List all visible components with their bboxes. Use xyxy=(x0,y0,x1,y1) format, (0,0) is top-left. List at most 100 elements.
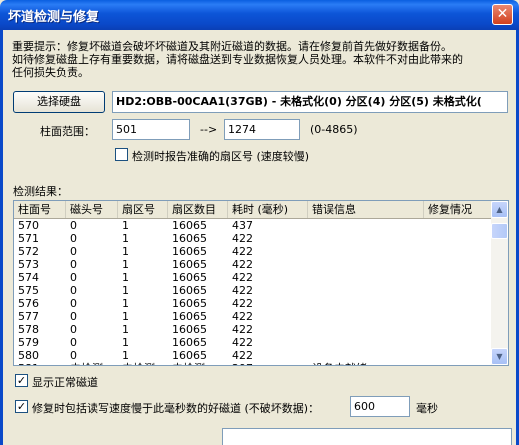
cell-cylinder: 579 xyxy=(18,336,39,349)
cell-error: 设备未就绪 xyxy=(308,362,367,365)
table-row[interactable]: 576 0 1 16065 422 xyxy=(14,297,494,310)
notice-line-2: 如待修复磁盘上存有重要数据，请将磁盘送到专业数据恢复人员处理。本软件不对由此带来… xyxy=(12,53,463,66)
cell-sector-count: 未检测 xyxy=(168,362,205,365)
cell-repair xyxy=(424,232,428,245)
cell-elapsed: 422 xyxy=(232,258,253,271)
table-header: 柱面号 磁头号 扇区号 扇区数目 耗时 (毫秒) 错误信息 修复情况 xyxy=(14,201,494,219)
cell-sector-count: 16065 xyxy=(172,310,207,323)
table-row[interactable]: 574 0 1 16065 422 xyxy=(14,271,494,284)
cell-cylinder: 570 xyxy=(18,219,39,232)
cell-cylinder: 575 xyxy=(18,284,39,297)
cylinder-from-input[interactable]: 501 xyxy=(112,119,190,140)
title-bar: 坏道检测与修复 ✕ xyxy=(0,0,519,30)
cell-head: 0 xyxy=(70,245,77,258)
range-arrow: --> xyxy=(200,123,218,136)
accurate-sector-checkbox[interactable] xyxy=(115,148,128,161)
cell-repair xyxy=(424,349,428,362)
accurate-sector-label: 检测时报告准确的扇区号 (速度较慢) xyxy=(132,150,310,163)
cell-elapsed: 422 xyxy=(232,271,253,284)
cylinder-range-label: 柱面范围： xyxy=(40,125,95,138)
cell-head: 0 xyxy=(70,219,77,232)
disk-info-display: HD2:OBB-00CAA1(37GB) - 未格式化(0) 分区(4) 分区(… xyxy=(112,91,508,113)
results-label: 检测结果： xyxy=(13,185,68,198)
scroll-thumb[interactable] xyxy=(491,223,508,239)
cylinder-to-input[interactable]: 1274 xyxy=(224,119,300,140)
cylinder-range-hint: (0-4865) xyxy=(310,123,358,136)
cell-elapsed: 422 xyxy=(232,323,253,336)
select-disk-button[interactable]: 选择硬盘 xyxy=(13,91,105,113)
cell-error xyxy=(308,258,312,271)
vertical-scrollbar[interactable]: ▲ ▼ xyxy=(491,201,508,365)
show-normal-label: 显示正常磁道 xyxy=(32,376,98,389)
cell-elapsed: 422 xyxy=(232,245,253,258)
cell-sector: 1 xyxy=(122,258,129,271)
cell-repair xyxy=(424,362,428,365)
scroll-up-button[interactable]: ▲ xyxy=(491,201,508,218)
cell-elapsed: 422 xyxy=(232,284,253,297)
cell-sector: 未检测 xyxy=(118,362,155,365)
cell-error xyxy=(308,323,312,336)
cell-head: 0 xyxy=(70,232,77,245)
table-row[interactable]: 573 0 1 16065 422 xyxy=(14,258,494,271)
cell-sector: 1 xyxy=(122,336,129,349)
cell-repair xyxy=(424,258,428,271)
cell-head: 0 xyxy=(70,258,77,271)
cell-elapsed: 422 xyxy=(232,336,253,349)
cell-cylinder: 580 xyxy=(18,349,39,362)
scroll-down-button[interactable]: ▼ xyxy=(491,348,508,365)
cell-repair xyxy=(424,271,428,284)
col-sector[interactable]: 扇区号 xyxy=(118,201,168,218)
table-row[interactable]: 575 0 1 16065 422 xyxy=(14,284,494,297)
results-table[interactable]: 柱面号 磁头号 扇区号 扇区数目 耗时 (毫秒) 错误信息 修复情况 570 0 1… xyxy=(13,200,509,366)
close-button[interactable]: ✕ xyxy=(492,4,513,25)
cell-repair xyxy=(424,310,428,323)
cell-sector: 1 xyxy=(122,284,129,297)
cell-repair xyxy=(424,219,428,232)
table-row[interactable]: 581 未检测 未检测 未检测 297 设备未就绪 xyxy=(14,362,494,365)
col-cylinder[interactable]: 柱面号 xyxy=(14,201,66,218)
cell-sector: 1 xyxy=(122,271,129,284)
bottom-panel xyxy=(222,428,512,445)
cell-repair xyxy=(424,284,428,297)
cell-elapsed: 437 xyxy=(232,219,253,232)
col-sector-count[interactable]: 扇区数目 xyxy=(168,201,228,218)
cell-sector-count: 16065 xyxy=(172,232,207,245)
col-repair[interactable]: 修复情况 xyxy=(424,201,494,218)
cell-elapsed: 422 xyxy=(232,310,253,323)
cell-head: 0 xyxy=(70,336,77,349)
cell-head: 0 xyxy=(70,310,77,323)
cell-elapsed: 297 xyxy=(228,362,253,365)
table-row[interactable]: 570 0 1 16065 437 xyxy=(14,219,494,232)
cell-repair xyxy=(424,297,428,310)
cell-head: 0 xyxy=(70,297,77,310)
table-row[interactable]: 577 0 1 16065 422 xyxy=(14,310,494,323)
table-row[interactable]: 578 0 1 16065 422 xyxy=(14,323,494,336)
notice-line-3: 任何损失负责。 xyxy=(12,66,89,79)
cell-error xyxy=(308,284,312,297)
cell-sector: 1 xyxy=(122,232,129,245)
cell-sector: 1 xyxy=(122,219,129,232)
col-head[interactable]: 磁头号 xyxy=(66,201,118,218)
repair-slow-label: 修复时包括读写速度慢于此毫秒数的好磁道 (不破坏数据)： xyxy=(32,402,320,415)
col-elapsed[interactable]: 耗时 (毫秒) xyxy=(228,201,308,218)
cell-head: 0 xyxy=(70,323,77,336)
cell-elapsed: 422 xyxy=(232,232,253,245)
table-row[interactable]: 571 0 1 16065 422 xyxy=(14,232,494,245)
col-error[interactable]: 错误信息 xyxy=(308,201,424,218)
cell-elapsed: 422 xyxy=(232,297,253,310)
cell-sector-count: 16065 xyxy=(172,284,207,297)
cell-sector: 1 xyxy=(122,323,129,336)
slow-threshold-input[interactable]: 600 xyxy=(350,396,410,417)
cell-repair xyxy=(424,336,428,349)
cell-error xyxy=(308,245,312,258)
cell-head: 0 xyxy=(70,271,77,284)
cell-sector-count: 16065 xyxy=(172,349,207,362)
show-normal-checkbox[interactable]: ✓ xyxy=(15,374,28,387)
table-row[interactable]: 580 0 1 16065 422 xyxy=(14,349,494,362)
cell-head: 未检测 xyxy=(66,362,103,365)
repair-slow-checkbox[interactable]: ✓ xyxy=(15,400,28,413)
cell-cylinder: 572 xyxy=(18,245,39,258)
table-row[interactable]: 579 0 1 16065 422 xyxy=(14,336,494,349)
cell-sector: 1 xyxy=(122,245,129,258)
table-row[interactable]: 572 0 1 16065 422 xyxy=(14,245,494,258)
